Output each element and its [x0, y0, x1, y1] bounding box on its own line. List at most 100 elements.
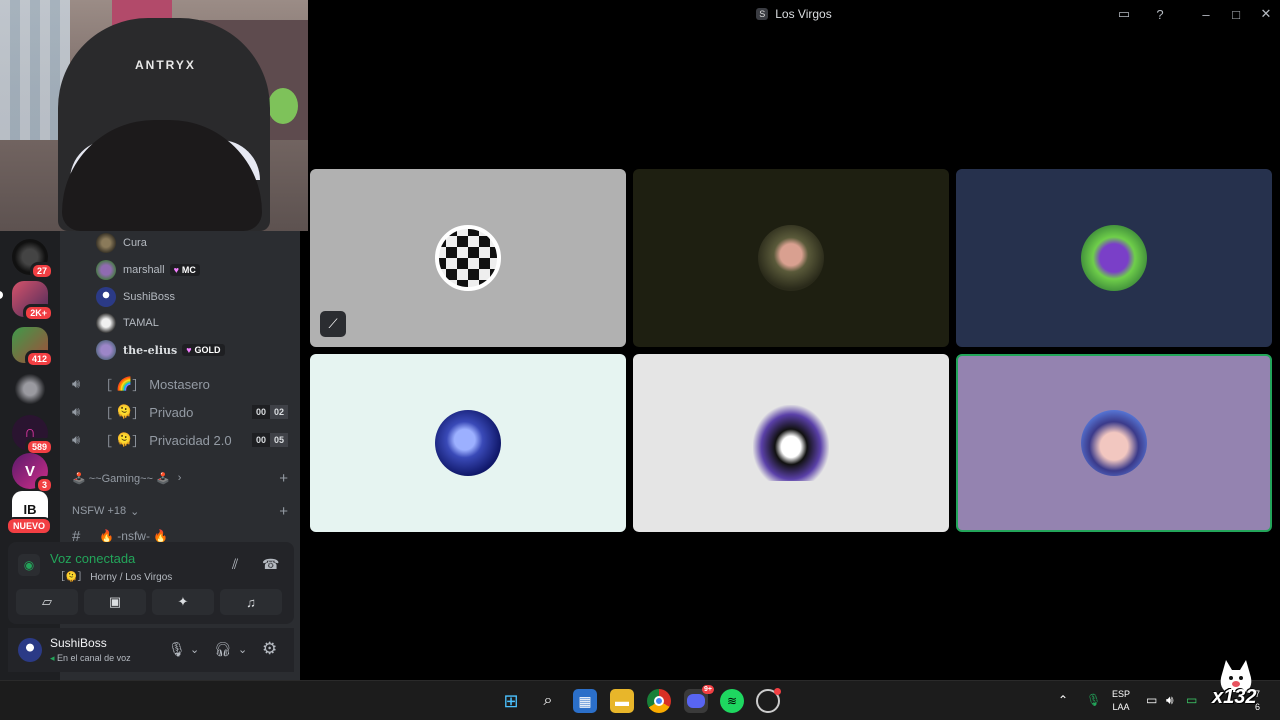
channel-emoji: 🫠 [116, 432, 133, 447]
channel-emoji: 🫠 [65, 572, 78, 583]
noise-suppression-icon[interactable]: ⫽ [232, 556, 238, 573]
user-status-text: En el canal de voz [57, 653, 131, 663]
participant-tile[interactable] [310, 354, 626, 532]
signal-icon[interactable]: ◉ [18, 554, 40, 576]
server-icon[interactable]: 2K+ [12, 281, 54, 322]
windows-start-icon[interactable]: ⊞ [499, 689, 523, 713]
voice-status-subtitle: ［🫠］ Horny / Los Virgos [55, 572, 173, 583]
search-icon[interactable]: ⌕ [536, 689, 560, 713]
add-channel-icon[interactable]: + [279, 470, 288, 487]
store-icon[interactable]: ▦ [573, 689, 597, 713]
minimize-button[interactable]: – [1196, 5, 1216, 23]
server-logo-icon: S [756, 8, 769, 20]
channel-emoji: 🌈 [116, 376, 133, 391]
activities-button[interactable]: ✦ [152, 589, 214, 615]
mention-badge: 27 [29, 262, 54, 280]
toy-figure [268, 88, 298, 124]
server-icon[interactable]: 412 [12, 327, 54, 368]
participant-avatar [435, 225, 501, 291]
notification-dot [774, 688, 781, 695]
participant-avatar [753, 405, 829, 481]
close-button[interactable]: ✕ [1256, 5, 1276, 23]
chrome-icon[interactable] [647, 689, 671, 713]
voice-user-name: the-elius [123, 343, 178, 357]
server-icon[interactable]: ∩ 589 [12, 415, 54, 456]
headphones-icon[interactable]: 🎧︎ [214, 641, 232, 658]
category-nsfw[interactable]: NSFW +18 ⌄ + [72, 502, 294, 520]
channel-emoji: 🫠 [116, 404, 133, 419]
mention-badge: 2K+ [23, 304, 54, 322]
voice-user[interactable]: TAMAL [96, 312, 159, 334]
chevron-down-icon[interactable]: ⌄ [190, 643, 199, 656]
user-name: SushiBoss [50, 636, 107, 650]
unread-indicator [0, 291, 3, 299]
network-icon[interactable]: ▭ [1146, 693, 1157, 707]
keyboard-layout: LAA [1112, 702, 1130, 712]
channel-name: Mostasero [149, 376, 210, 392]
speaker-small-icon: ◂ [50, 653, 55, 663]
maximize-button[interactable]: □ [1226, 5, 1246, 23]
tray-microphone-icon[interactable]: 🎙︎ [1086, 693, 1101, 707]
channel-name: 🔥 -nsfw- 🔥 [99, 529, 169, 543]
camera-toggle-button[interactable]: ▱ [16, 589, 78, 615]
settings-gear-icon[interactable]: ⚙ [262, 639, 277, 659]
server-avatar [12, 371, 48, 407]
spotify-icon[interactable]: ≋ [720, 689, 744, 713]
battery-icon[interactable]: ▭ [1186, 693, 1197, 707]
microphone-icon[interactable]: 🎙︎ [168, 641, 186, 658]
user-count: 00 02 [251, 405, 288, 419]
voice-channel[interactable]: 🔊︎ ［ 🌈 ］ Mostasero [72, 371, 294, 397]
user-panel: SushiBoss ◂ En el canal de voz 🎙︎ ⌄ 🎧︎ ⌄… [8, 628, 294, 672]
volume-icon[interactable]: 🔊︎ [1166, 693, 1174, 708]
voice-user-name: SushiBoss [123, 291, 175, 303]
muted-mic-icon: ⟋ [320, 311, 346, 337]
voice-user-name: Cura [123, 237, 147, 249]
discord-taskbar-icon[interactable]: 9+ [684, 685, 714, 713]
voice-user[interactable]: the-elius ♥ GOLD [96, 339, 225, 361]
role-tag-label: MC [181, 265, 196, 275]
voice-user[interactable]: Cura [96, 232, 147, 254]
voice-channel[interactable]: 🔊︎ ［ 🫠 ］ Privado 00 02 [72, 399, 294, 425]
locked-speaker-icon: 🔊︎ [72, 432, 81, 447]
voice-user-name: marshall [123, 264, 165, 276]
voice-channel[interactable]: 🔊︎ ［ 🫠 ］ Privacidad 2.0 00 05 [72, 427, 294, 453]
heart-icon: ♥ [186, 345, 192, 355]
participant-tile-speaking[interactable] [956, 354, 1272, 532]
mascot-text: x132 [1212, 686, 1257, 708]
server-icon[interactable]: V 3 [12, 453, 54, 494]
heart-icon: ♥ [173, 265, 179, 275]
user-avatar [96, 233, 116, 253]
participant-avatar [1081, 225, 1147, 291]
user-count-current: 00 [251, 433, 270, 447]
mention-badge: 412 [24, 350, 54, 368]
new-servers-badge[interactable]: NUEVO [6, 517, 53, 535]
voice-user[interactable]: SushiBoss [96, 286, 175, 308]
soundboard-button[interactable]: ♫ [220, 589, 282, 615]
steam-icon[interactable] [756, 688, 781, 713]
server-icon[interactable] [12, 371, 48, 407]
chevron-down-icon[interactable]: ⌄ [238, 643, 247, 656]
file-explorer-icon[interactable]: ▬ [610, 689, 634, 713]
avatar[interactable] [18, 638, 42, 662]
inbox-icon[interactable]: ▭ [1114, 5, 1134, 23]
screen-share-button[interactable]: ▣ [84, 589, 146, 615]
role-tag-label: GOLD [194, 345, 221, 355]
category-label: 🕹️ ~~Gaming~~ 🕹️ [72, 472, 170, 485]
participant-tile[interactable] [633, 354, 949, 532]
server-icon[interactable]: 27 [12, 239, 54, 280]
help-icon[interactable]: ? [1150, 5, 1170, 23]
disconnect-icon[interactable]: ☎ [262, 556, 279, 573]
participant-tile[interactable]: ⟋ [310, 169, 626, 347]
participant-avatar [1081, 410, 1147, 476]
voice-connection-panel: ◉ Voz conectada ［🫠］ Horny / Los Virgos ⫽… [8, 542, 294, 624]
chair-brand-logo: ANTRYX [135, 58, 196, 72]
channel-bracket: ［ [99, 433, 113, 449]
voice-user[interactable]: marshall ♥ MC [96, 259, 200, 281]
add-channel-icon[interactable]: + [279, 503, 288, 520]
language-indicator[interactable]: ESP LAA [1112, 688, 1130, 714]
category-gaming[interactable]: 🕹️ ~~Gaming~~ 🕹️ › + [72, 469, 294, 487]
participant-tile[interactable] [633, 169, 949, 347]
chevron-down-icon: ⌄ [130, 505, 140, 518]
show-hidden-icons[interactable]: ⌃ [1058, 693, 1068, 707]
participant-tile[interactable] [956, 169, 1272, 347]
